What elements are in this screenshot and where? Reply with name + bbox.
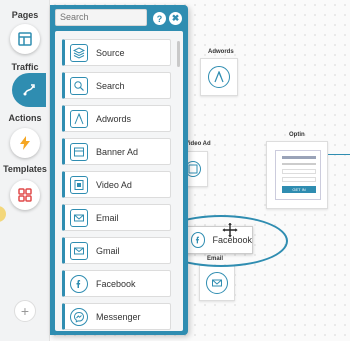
layers-icon: [73, 46, 85, 59]
help-icon: ?: [156, 13, 163, 24]
list-item-gmail[interactable]: Gmail: [62, 237, 171, 264]
move-cursor-icon: [221, 221, 239, 239]
lightning-icon: [20, 136, 30, 150]
banner-icon: [74, 147, 84, 156]
list-item-facebook[interactable]: Facebook: [62, 270, 171, 297]
traffic-button[interactable]: [12, 73, 46, 107]
list-item-label: Source: [96, 47, 125, 58]
traffic-panel: ? ✖ Source Search Adwords Banner Ad Vide…: [50, 5, 188, 335]
optin-page-preview: GET IN: [275, 150, 321, 200]
list-item-label: Adwords: [96, 113, 132, 124]
facebook-icon: [76, 279, 81, 288]
templates-label: Templates: [3, 164, 47, 174]
help-button[interactable]: ?: [153, 12, 166, 25]
film-icon: [188, 164, 197, 174]
traffic-icon: [23, 84, 35, 96]
email-node[interactable]: [199, 265, 235, 301]
facebook-icon: [196, 236, 200, 244]
search-input[interactable]: [60, 12, 142, 22]
list-item-source[interactable]: Source: [62, 39, 171, 66]
video-icon: [74, 179, 84, 190]
search-icon: [74, 80, 84, 91]
adwords-node-label: Adwords: [208, 49, 234, 55]
list-item-adwords[interactable]: Adwords: [62, 105, 171, 132]
search-box[interactable]: [55, 9, 147, 26]
list-item-label: Email: [96, 212, 119, 223]
adwords-node[interactable]: [200, 58, 238, 96]
gmail-icon: [74, 247, 84, 254]
dragged-facebook-item[interactable]: Facebook: [183, 226, 253, 254]
templates-grid-icon: [18, 188, 32, 202]
list-scrollbar[interactable]: [177, 41, 180, 67]
list-item-messenger[interactable]: Messenger: [62, 303, 171, 330]
list-item-label: Gmail: [96, 245, 120, 256]
layout-icon: [18, 32, 32, 46]
list-item-label: Messenger: [96, 311, 141, 322]
envelope-icon: [212, 279, 222, 287]
traffic-label: Traffic: [11, 62, 39, 72]
video-node-label: Video Ad: [185, 141, 211, 147]
optin-node-label: Optin: [289, 132, 305, 138]
left-rail: Pages Traffic Actions Templates +: [0, 0, 50, 341]
plus-icon: +: [20, 303, 30, 319]
optin-node[interactable]: GET IN: [266, 141, 328, 209]
list-item-label: Banner Ad: [96, 146, 139, 157]
messenger-icon: [73, 311, 85, 323]
list-item-search[interactable]: Search: [62, 72, 171, 99]
pages-label: Pages: [11, 10, 39, 20]
actions-button[interactable]: [10, 128, 40, 158]
list-item-label: Video Ad: [96, 179, 132, 190]
video-ad-node[interactable]: [184, 151, 208, 187]
list-item-video-ad[interactable]: Video Ad: [62, 171, 171, 198]
envelope-icon: [74, 214, 84, 221]
adwords-icon: [214, 71, 224, 83]
list-item-email[interactable]: Email: [62, 204, 171, 231]
close-button[interactable]: ✖: [169, 12, 182, 25]
list-item-label: Facebook: [96, 278, 136, 289]
templates-button[interactable]: [10, 180, 40, 210]
connector-line: [328, 154, 350, 155]
optin-preview-button: GET IN: [282, 186, 316, 193]
close-icon: ✖: [171, 13, 180, 23]
traffic-item-list: Source Search Adwords Banner Ad Video Ad…: [55, 31, 183, 331]
adwords-icon: [74, 112, 84, 124]
list-item-banner-ad[interactable]: Banner Ad: [62, 138, 171, 165]
pages-button[interactable]: [10, 24, 40, 54]
zoom-in-button[interactable]: +: [14, 300, 36, 322]
actions-label: Actions: [8, 113, 42, 123]
list-item-label: Search: [96, 80, 125, 91]
